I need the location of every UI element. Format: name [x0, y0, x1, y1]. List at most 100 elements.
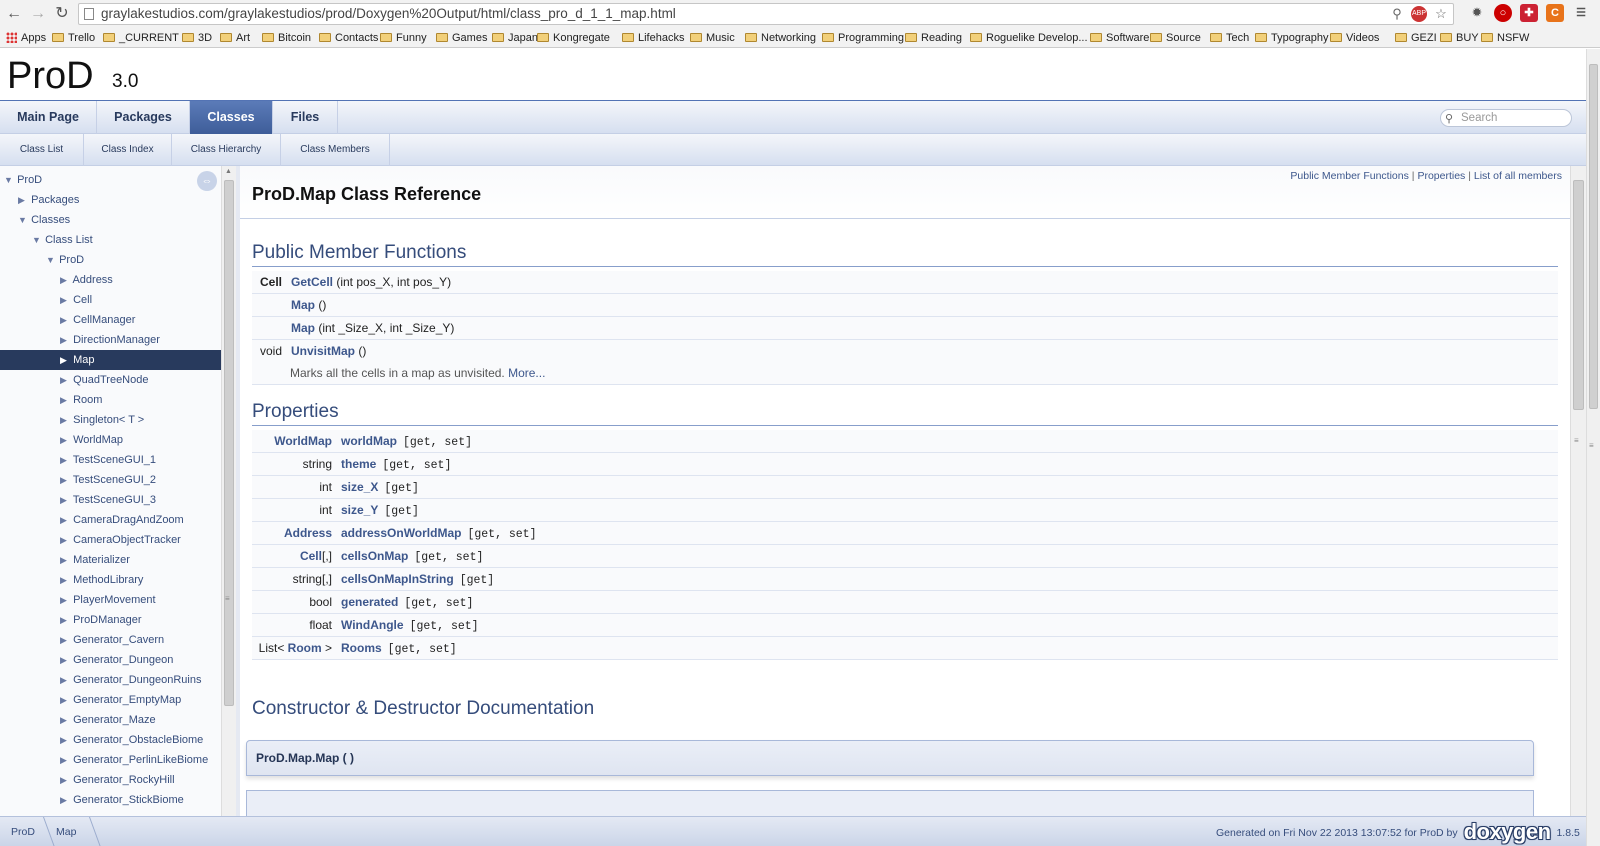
collapsed-arrow-icon[interactable]: ▶: [60, 450, 70, 470]
collapsed-arrow-icon[interactable]: ▶: [60, 690, 70, 710]
collapsed-arrow-icon[interactable]: ▶: [60, 650, 70, 670]
bookmark-folder[interactable]: Contacts: [319, 30, 378, 46]
collapsed-arrow-icon[interactable]: ▶: [60, 410, 70, 430]
scroll-thumb[interactable]: [1573, 180, 1584, 410]
window-scrollbar[interactable]: ≡: [1586, 49, 1600, 846]
bookmark-apps[interactable]: Apps: [6, 30, 46, 46]
collapsed-arrow-icon[interactable]: ▶: [60, 310, 70, 330]
tab-class-members[interactable]: Class Members: [281, 134, 390, 166]
property-name-link[interactable]: generated: [341, 595, 398, 609]
collapsed-arrow-icon[interactable]: ▶: [60, 590, 70, 610]
bookmark-folder[interactable]: GEZI: [1395, 30, 1437, 46]
bookmark-folder[interactable]: Source: [1150, 30, 1201, 46]
tree-node-class[interactable]: ▶ Map: [0, 350, 221, 370]
collapsed-arrow-icon[interactable]: ▶: [60, 350, 70, 370]
property-name-link[interactable]: cellsOnMapInString: [341, 572, 454, 586]
tree-node-class[interactable]: ▶ Generator_Cavern: [0, 630, 221, 650]
star-icon[interactable]: ☆: [1433, 6, 1449, 22]
collapsed-arrow-icon[interactable]: ▶: [60, 510, 70, 530]
tree-node-class[interactable]: ▶ Cell: [0, 290, 221, 310]
more-link[interactable]: More...: [508, 366, 545, 380]
scroll-up-icon[interactable]: ▲: [225, 168, 232, 175]
bookmark-folder[interactable]: Japan: [492, 30, 538, 46]
property-name-link[interactable]: worldMap: [341, 434, 397, 448]
tree-node-class[interactable]: ▶ DirectionManager: [0, 330, 221, 350]
bookmark-folder[interactable]: Roguelike Develop...: [970, 30, 1088, 46]
bookmark-folder[interactable]: Funny: [380, 30, 427, 46]
collapsed-arrow-icon[interactable]: ▶: [60, 630, 70, 650]
bookmark-folder[interactable]: Tech: [1210, 30, 1249, 46]
collapsed-arrow-icon[interactable]: ▶: [60, 530, 70, 550]
bookmark-folder[interactable]: 3D: [182, 30, 212, 46]
tree-node-class[interactable]: ▶ PlayerMovement: [0, 590, 221, 610]
back-icon[interactable]: ←: [4, 4, 24, 24]
summary-link-properties[interactable]: Properties: [1417, 170, 1465, 182]
adblock-icon[interactable]: ABP: [1411, 6, 1427, 22]
address-bar[interactable]: graylakestudios.com/graylakestudios/prod…: [78, 3, 1454, 25]
property-name-link[interactable]: size_X: [341, 480, 378, 494]
tree-node-class[interactable]: ▶ Generator_RockyHill: [0, 770, 221, 790]
property-type-link[interactable]: WorldMap: [274, 434, 332, 448]
tree-node-class[interactable]: ▶ WorldMap: [0, 430, 221, 450]
tree-node-class[interactable]: ▶ Address: [0, 270, 221, 290]
tab-packages[interactable]: Packages: [97, 101, 190, 134]
reload-icon[interactable]: ↻: [52, 4, 72, 24]
tab-classes[interactable]: Classes: [190, 101, 273, 134]
tree-node-class[interactable]: ▶ CellManager: [0, 310, 221, 330]
menu-icon[interactable]: ☰: [1572, 4, 1590, 22]
collapsed-arrow-icon[interactable]: ▶: [18, 190, 28, 210]
tree-node-class[interactable]: ▶ TestSceneGUI_1: [0, 450, 221, 470]
collapsed-arrow-icon[interactable]: ▶: [60, 330, 70, 350]
bookmark-folder[interactable]: Trello: [52, 30, 95, 46]
tree-node-class[interactable]: ▶ Generator_ObstacleBiome: [0, 730, 221, 750]
expand-arrow-icon[interactable]: ▼: [4, 170, 14, 190]
property-type-link[interactable]: Address: [284, 526, 332, 540]
tree-node-class[interactable]: ▶ Generator_DungeonRuins: [0, 670, 221, 690]
collapsed-arrow-icon[interactable]: ▶: [60, 770, 70, 790]
collapsed-arrow-icon[interactable]: ▶: [60, 730, 70, 750]
tab-class-list[interactable]: Class List: [0, 134, 84, 166]
collapsed-arrow-icon[interactable]: ▶: [60, 710, 70, 730]
extension-c-icon[interactable]: C: [1546, 4, 1564, 22]
scroll-thumb[interactable]: [224, 180, 234, 706]
tree-node-class[interactable]: ▶ Materializer: [0, 550, 221, 570]
property-name-link[interactable]: WindAngle: [341, 618, 404, 632]
bookmark-folder[interactable]: Lifehacks: [622, 30, 684, 46]
tree-node-class[interactable]: ▶ CameraObjectTracker: [0, 530, 221, 550]
tab-files[interactable]: Files: [273, 101, 338, 134]
bookmark-folder[interactable]: Software: [1090, 30, 1149, 46]
search-input[interactable]: ⚲ Search: [1440, 109, 1572, 127]
member-name-link[interactable]: UnvisitMap: [291, 344, 355, 358]
bookmark-folder[interactable]: Music: [690, 30, 735, 46]
collapsed-arrow-icon[interactable]: ▶: [60, 470, 70, 490]
tree-node-class[interactable]: ▶ MethodLibrary: [0, 570, 221, 590]
tree-node-class[interactable]: ▶ Singleton< T >: [0, 410, 221, 430]
bookmark-folder[interactable]: Reading: [905, 30, 962, 46]
tree-node-namespace[interactable]: ▼ ProD: [0, 250, 221, 270]
bookmark-folder[interactable]: _CURRENT: [103, 30, 179, 46]
tab-main-page[interactable]: Main Page: [0, 101, 97, 134]
scroll-thumb[interactable]: [1589, 64, 1598, 409]
expand-arrow-icon[interactable]: ▼: [18, 210, 28, 230]
property-type-link[interactable]: Room: [288, 641, 322, 655]
bookmark-folder[interactable]: Kongregate: [537, 30, 610, 46]
breadcrumb-prod[interactable]: ProD: [11, 817, 35, 846]
collapsed-arrow-icon[interactable]: ▶: [60, 290, 70, 310]
doxygen-logo[interactable]: doxygen: [1464, 819, 1551, 844]
bookmark-folder[interactable]: Bitcoin: [262, 30, 311, 46]
property-name-link[interactable]: Rooms: [341, 641, 382, 655]
breadcrumb-map[interactable]: Map: [56, 817, 76, 846]
tree-node-class[interactable]: ▶ Generator_StickBiome: [0, 790, 221, 810]
collapsed-arrow-icon[interactable]: ▶: [60, 490, 70, 510]
property-name-link[interactable]: theme: [341, 457, 376, 471]
extension-gift-icon[interactable]: ✚: [1520, 4, 1538, 22]
collapsed-arrow-icon[interactable]: ▶: [60, 390, 70, 410]
property-name-link[interactable]: addressOnWorldMap: [341, 526, 461, 540]
collapsed-arrow-icon[interactable]: ▶: [60, 570, 70, 590]
zoom-icon[interactable]: ⚲: [1389, 6, 1405, 22]
extension-puzzle-icon[interactable]: ✹: [1468, 4, 1486, 22]
property-type-link[interactable]: Cell: [300, 549, 322, 563]
tree-node-root[interactable]: ▼ ProD: [0, 170, 221, 190]
tree-node-class[interactable]: ▶ Generator_Maze: [0, 710, 221, 730]
bookmark-folder[interactable]: Videos: [1330, 30, 1379, 46]
